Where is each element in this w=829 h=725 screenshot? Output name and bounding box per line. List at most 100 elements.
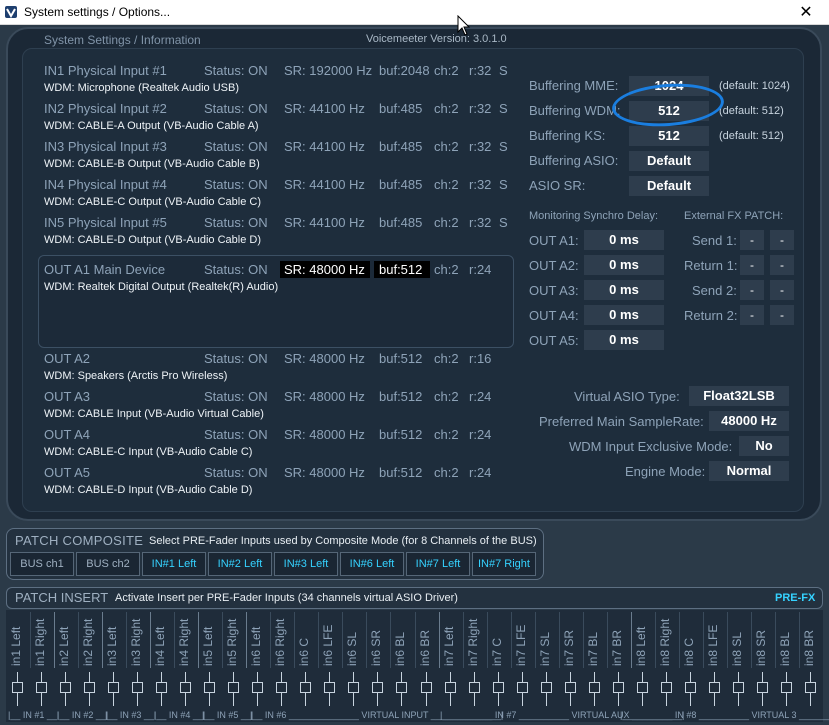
insert-checkbox[interactable]: [83, 672, 96, 706]
composite-button[interactable]: IN#6 Left: [340, 552, 404, 576]
composite-button[interactable]: IN#7 Right: [472, 552, 536, 576]
insert-box[interactable]: [276, 682, 288, 693]
insert-checkbox[interactable]: [516, 672, 529, 706]
composite-button[interactable]: IN#1 Left: [142, 552, 206, 576]
insert-checkbox[interactable]: [203, 672, 216, 706]
insert-checkbox[interactable]: [131, 672, 144, 706]
output-name[interactable]: OUT A4: [44, 427, 90, 442]
insert-checkbox[interactable]: [323, 672, 336, 706]
insert-checkbox[interactable]: [227, 672, 240, 706]
fx-left-button[interactable]: -: [740, 305, 764, 325]
insert-box[interactable]: [636, 682, 648, 693]
insert-checkbox[interactable]: [804, 672, 817, 706]
composite-button[interactable]: BUS ch1: [10, 552, 74, 576]
output-name[interactable]: OUT A1 Main Device: [44, 262, 165, 277]
asio-type-value[interactable]: Float32LSB: [689, 386, 789, 406]
fx-right-button[interactable]: -: [770, 280, 794, 300]
insert-box[interactable]: [204, 682, 216, 693]
insert-checkbox[interactable]: [612, 672, 625, 706]
sync-out-value[interactable]: 0 ms: [584, 280, 664, 300]
insert-box[interactable]: [156, 682, 168, 693]
sync-out-value[interactable]: 0 ms: [584, 330, 664, 350]
insert-box[interactable]: [132, 682, 144, 693]
insert-checkbox[interactable]: [444, 672, 457, 706]
insert-box[interactable]: [12, 682, 23, 693]
insert-box[interactable]: [804, 682, 816, 693]
fx-right-button[interactable]: -: [770, 255, 794, 275]
output-name[interactable]: OUT A5: [44, 465, 90, 480]
sync-out-value[interactable]: 0 ms: [584, 305, 664, 325]
insert-box[interactable]: [612, 682, 624, 693]
insert-box[interactable]: [252, 682, 264, 693]
insert-box[interactable]: [780, 682, 792, 693]
insert-checkbox[interactable]: [636, 672, 649, 706]
insert-checkbox[interactable]: [347, 672, 360, 706]
insert-checkbox[interactable]: [420, 672, 433, 706]
insert-checkbox[interactable]: [179, 672, 192, 706]
input-name[interactable]: IN5 Physical Input #5: [44, 215, 167, 230]
insert-box[interactable]: [324, 682, 336, 693]
insert-box[interactable]: [492, 682, 504, 693]
insert-box[interactable]: [372, 682, 384, 693]
input-name[interactable]: IN1 Physical Input #1: [44, 63, 167, 78]
insert-box[interactable]: [540, 682, 552, 693]
sync-out-value[interactable]: 0 ms: [584, 230, 664, 250]
fx-left-button[interactable]: -: [740, 255, 764, 275]
insert-box[interactable]: [300, 682, 312, 693]
insert-box[interactable]: [180, 682, 192, 693]
insert-checkbox[interactable]: [107, 672, 120, 706]
insert-checkbox[interactable]: [468, 672, 481, 706]
insert-box[interactable]: [36, 682, 48, 693]
insert-checkbox[interactable]: [540, 672, 553, 706]
insert-checkbox[interactable]: [59, 672, 72, 706]
insert-box[interactable]: [108, 682, 120, 693]
insert-box[interactable]: [660, 682, 672, 693]
insert-checkbox[interactable]: [660, 672, 673, 706]
insert-checkbox[interactable]: [732, 672, 745, 706]
composite-button[interactable]: BUS ch2: [76, 552, 140, 576]
fx-right-button[interactable]: -: [770, 305, 794, 325]
insert-checkbox[interactable]: [275, 672, 288, 706]
insert-box[interactable]: [732, 682, 744, 693]
insert-checkbox[interactable]: [564, 672, 577, 706]
insert-checkbox[interactable]: [588, 672, 601, 706]
insert-checkbox[interactable]: [684, 672, 697, 706]
composite-button[interactable]: IN#3 Left: [274, 552, 338, 576]
input-name[interactable]: IN2 Physical Input #2: [44, 101, 167, 116]
insert-box[interactable]: [708, 682, 720, 693]
insert-box[interactable]: [588, 682, 600, 693]
insert-box[interactable]: [420, 682, 432, 693]
insert-box[interactable]: [228, 682, 240, 693]
output-name[interactable]: OUT A3: [44, 389, 90, 404]
buffering-ks-value[interactable]: 512: [629, 126, 709, 146]
insert-box[interactable]: [684, 682, 696, 693]
insert-box[interactable]: [84, 682, 96, 693]
insert-box[interactable]: [564, 682, 576, 693]
insert-checkbox[interactable]: [251, 672, 264, 706]
insert-checkbox[interactable]: [395, 672, 408, 706]
insert-checkbox[interactable]: [299, 672, 312, 706]
engine-mode-value[interactable]: Normal: [709, 461, 789, 481]
insert-checkbox[interactable]: [155, 672, 168, 706]
insert-box[interactable]: [756, 682, 768, 693]
insert-box[interactable]: [468, 682, 480, 693]
input-name[interactable]: IN4 Physical Input #4: [44, 177, 167, 192]
input-name[interactable]: IN3 Physical Input #3: [44, 139, 167, 154]
insert-box[interactable]: [348, 682, 360, 693]
insert-checkbox[interactable]: [371, 672, 384, 706]
fx-left-button[interactable]: -: [740, 230, 764, 250]
insert-checkbox[interactable]: [35, 672, 48, 706]
buffering-asio-value[interactable]: Default: [629, 151, 709, 171]
composite-button[interactable]: IN#7 Left: [406, 552, 470, 576]
output-name[interactable]: OUT A2: [44, 351, 90, 366]
asio-sr-value[interactable]: Default: [629, 176, 709, 196]
insert-checkbox[interactable]: [756, 672, 769, 706]
exclusive-mode-value[interactable]: No: [739, 436, 789, 456]
sample-rate-value[interactable]: 48000 Hz: [709, 411, 789, 431]
close-button[interactable]: ✕: [783, 0, 829, 25]
insert-box[interactable]: [60, 682, 72, 693]
insert-box[interactable]: [444, 682, 456, 693]
insert-box[interactable]: [516, 682, 528, 693]
insert-box[interactable]: [396, 682, 408, 693]
fx-right-button[interactable]: -: [770, 230, 794, 250]
